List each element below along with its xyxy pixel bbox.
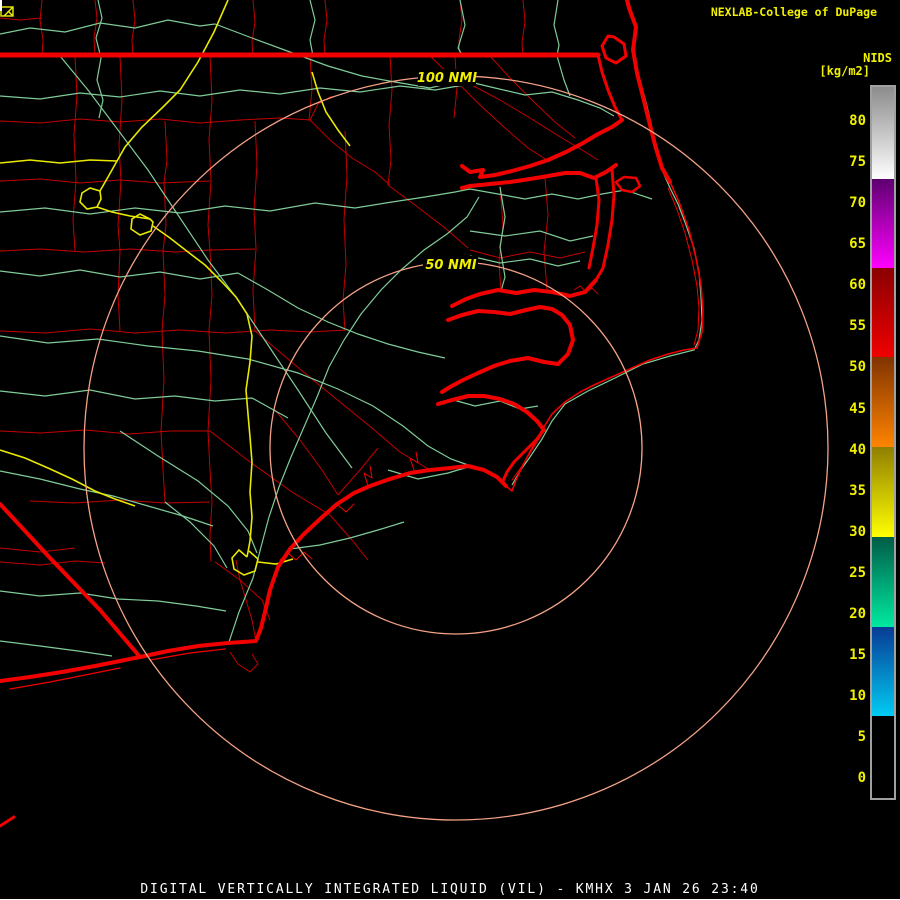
scale-segment (872, 87, 894, 179)
map-line (0, 188, 653, 215)
map-line (99, 0, 229, 192)
scale-segment (872, 357, 894, 447)
map-line (289, 521, 405, 550)
map-line (667, 187, 700, 346)
cod-logo-icon (0, 6, 14, 17)
map-line (440, 305, 575, 394)
county-borders-layer (0, 0, 599, 673)
map-line (308, 55, 313, 121)
map-line (587, 176, 601, 270)
map-line (387, 55, 393, 186)
map-line (0, 389, 289, 419)
map-line (501, 428, 546, 483)
highways-layer (0, 0, 351, 576)
range-ring (83, 75, 829, 821)
range-ring-label: 50 NMI (425, 258, 476, 273)
map-line (409, 451, 419, 471)
map-line (614, 175, 642, 194)
map-line (596, 53, 624, 122)
scale-units: [kg/m2] (819, 64, 870, 78)
map-line (323, 0, 328, 57)
map-line (93, 0, 98, 57)
map-line (450, 278, 598, 308)
scale-segment (872, 537, 894, 627)
map-line (252, 120, 258, 332)
map-line (0, 815, 16, 828)
attribution: NEXLAB-College of DuPage (711, 5, 877, 19)
map-line (553, 0, 571, 97)
map-line (0, 19, 216, 35)
map-line (436, 394, 546, 432)
map-line (309, 119, 391, 186)
map-line (600, 34, 628, 65)
range-ring-label: 100 NMI (417, 71, 477, 86)
map-line (0, 590, 227, 612)
map-line (311, 71, 351, 147)
map-line (329, 514, 369, 561)
map-line (79, 187, 102, 210)
map-line (0, 502, 142, 659)
map-line (521, 0, 526, 57)
scale-segment (872, 268, 894, 357)
map-line (0, 328, 346, 334)
map-line (0, 83, 471, 100)
map-line (0, 159, 118, 164)
map-line (214, 23, 615, 117)
map-line (214, 561, 271, 621)
scale-segment (872, 179, 894, 268)
map-line (363, 465, 373, 487)
map-line (119, 430, 258, 554)
map-line (0, 335, 469, 466)
map-line (39, 0, 44, 57)
attribution-text: NEXLAB-College of DuPage (710, 5, 877, 19)
map-line (229, 651, 259, 673)
map-line (625, 0, 672, 184)
map-line (594, 168, 616, 282)
color-scale-bar (870, 85, 896, 800)
roads-layer (0, 0, 703, 657)
radar-display: 100 NMI 50 NMI NEXLAB-College of DuPage N… (0, 0, 900, 900)
map-line (254, 330, 401, 453)
map-line (0, 248, 256, 253)
scale-segment (872, 716, 894, 798)
scale-title: NIDS (863, 51, 892, 65)
map-line (469, 83, 599, 161)
map-line (469, 249, 586, 259)
map-line (164, 501, 228, 569)
map-line (251, 0, 256, 57)
map-line (387, 184, 469, 249)
edge-artifact-top-left (0, 0, 2, 11)
map-line (0, 449, 136, 507)
map-line (0, 640, 113, 657)
map-line (449, 398, 539, 410)
range-rings-layer (83, 75, 829, 821)
map-line (0, 547, 76, 553)
coastline-state-borders-layer (0, 0, 704, 828)
map-line (469, 230, 594, 242)
map-line (460, 118, 624, 179)
map-line (231, 548, 259, 576)
map-line (207, 55, 213, 563)
map-line (59, 55, 353, 469)
map-line (257, 558, 294, 565)
map-line (0, 464, 508, 683)
map-line (0, 470, 214, 527)
map-line (337, 447, 379, 496)
map-line (160, 120, 168, 503)
map-line (309, 0, 316, 57)
product-title: DIGITAL VERTICALLY INTEGRATED LIQUID (VI… (140, 882, 760, 897)
map-line (72, 55, 78, 252)
map-line (0, 429, 210, 435)
scale-segment (872, 627, 894, 716)
map-line (152, 225, 253, 558)
map-line (274, 409, 339, 496)
map-line (499, 186, 506, 292)
map-line (342, 130, 348, 332)
scale-segment (872, 447, 894, 537)
radar-map: 100 NMI 50 NMI (0, 0, 829, 828)
